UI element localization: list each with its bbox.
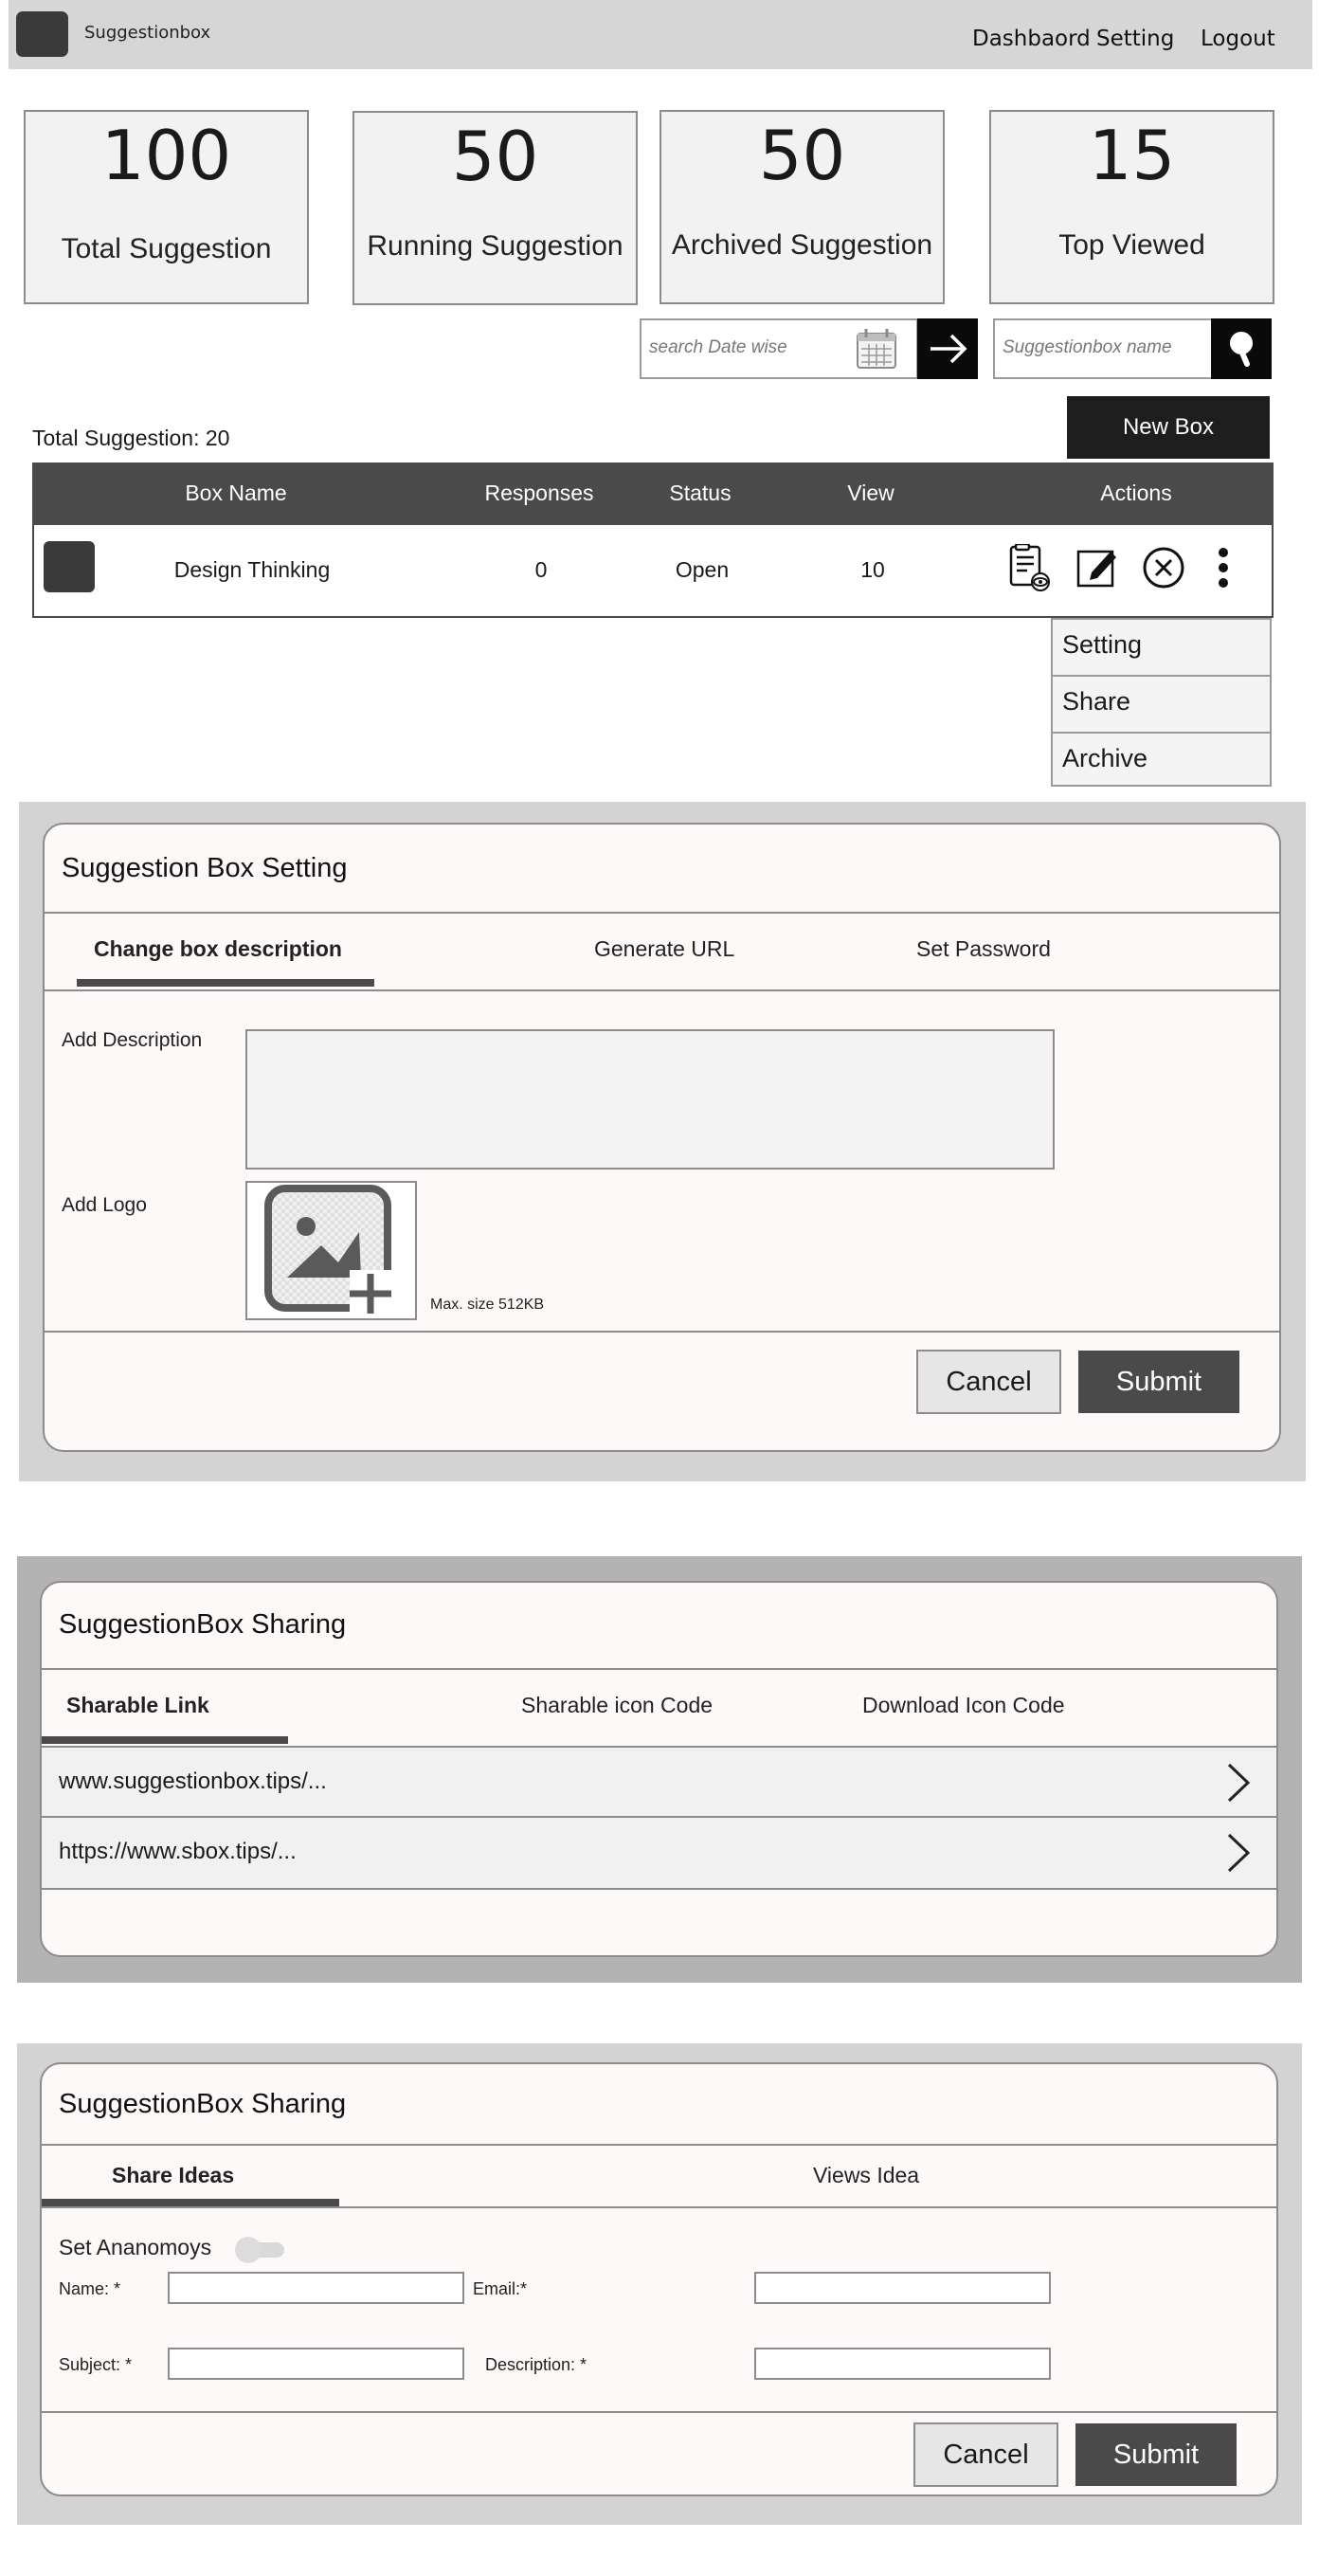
divider: [45, 1331, 1279, 1333]
divider: [42, 2144, 1276, 2146]
cell-box-name: Design Thinking: [173, 557, 331, 582]
stat-label: Archived Suggestion: [671, 229, 933, 261]
name-label: Name: *: [59, 2279, 121, 2298]
stat-card-running: 50 Running Suggestion: [352, 111, 638, 305]
view-report-icon[interactable]: [1004, 544, 1052, 591]
date-search-input[interactable]: search Date wise: [640, 318, 918, 379]
divider: [45, 912, 1279, 914]
column-header-responses[interactable]: Responses: [459, 481, 620, 506]
description-label: Description: *: [485, 2355, 587, 2374]
anonymous-toggle[interactable]: [233, 2233, 288, 2267]
share-link-row[interactable]: www.suggestionbox.tips/...: [42, 1746, 1276, 1818]
description-textarea[interactable]: [245, 1029, 1055, 1170]
stat-value: 100: [100, 116, 232, 195]
submit-button[interactable]: Submit: [1075, 2423, 1237, 2486]
search-icon: [1230, 332, 1253, 367]
cell-view: 10: [860, 557, 885, 582]
tab-sharable-icon-code[interactable]: Sharable icon Code: [521, 1693, 713, 1718]
add-logo-label: Add Logo: [62, 1194, 147, 1216]
row-actions-menu: Setting Share Archive: [1051, 618, 1272, 787]
share-link-text: www.suggestionbox.tips/...: [59, 1769, 327, 1794]
stat-value: 50: [451, 117, 539, 196]
arrow-right-icon: [931, 334, 967, 364]
brand-name: Suggestionbox: [84, 23, 211, 43]
active-tab-indicator: [42, 2199, 339, 2206]
sharing-panel: SuggestionBox Sharing Sharable Link Shar…: [40, 1581, 1278, 1957]
chevron-right-icon: [1227, 1763, 1251, 1803]
menu-item-archive[interactable]: Archive: [1053, 734, 1270, 790]
name-field[interactable]: [168, 2272, 464, 2304]
divider: [42, 2206, 1276, 2208]
divider: [42, 2411, 1276, 2413]
nav-logout[interactable]: Logout: [1201, 27, 1275, 51]
box-thumbnail: [44, 541, 95, 592]
chevron-right-icon: [1227, 1833, 1251, 1873]
menu-item-share[interactable]: Share: [1053, 677, 1270, 734]
subject-label: Subject: *: [59, 2355, 133, 2374]
app-logo[interactable]: [16, 11, 68, 57]
share-link-text: https://www.sbox.tips/...: [59, 1839, 297, 1864]
divider: [42, 1668, 1276, 1670]
cell-status: Open: [675, 557, 730, 582]
share-link-row[interactable]: https://www.sbox.tips/...: [42, 1818, 1276, 1890]
tab-set-password[interactable]: Set Password: [916, 936, 1051, 962]
description-field[interactable]: [754, 2348, 1051, 2380]
anonymous-label: Set Ananomoys: [59, 2235, 212, 2259]
table-row[interactable]: Design Thinking 0 Open 10: [32, 525, 1274, 618]
tab-download-icon-code[interactable]: Download Icon Code: [862, 1693, 1065, 1718]
nav-dashboard[interactable]: Dashbaord: [972, 27, 1091, 51]
column-header-view[interactable]: View: [809, 481, 932, 506]
table-header: Box Name Responses Status View Actions: [32, 463, 1274, 525]
max-size-hint: Max. size 512KB: [430, 1297, 545, 1313]
stat-card-total: 100 Total Suggestion: [24, 110, 309, 304]
column-header-box-name[interactable]: Box Name: [141, 481, 331, 506]
add-image-icon: [264, 1185, 399, 1315]
cell-responses: 0: [534, 557, 548, 582]
date-search-placeholder: search Date wise: [649, 337, 787, 357]
settings-panel: Suggestion Box Setting Change box descri…: [43, 823, 1281, 1452]
box-name-search-input[interactable]: Suggestionbox name: [993, 318, 1213, 379]
stat-value: 15: [1088, 116, 1176, 195]
tab-generate-url[interactable]: Generate URL: [594, 936, 734, 962]
stat-card-top-viewed: 15 Top Viewed: [989, 110, 1274, 304]
stat-card-archived: 50 Archived Suggestion: [660, 110, 945, 304]
tab-sharable-link[interactable]: Sharable Link: [66, 1693, 209, 1718]
edit-icon[interactable]: [1075, 544, 1122, 591]
stat-label: Top Viewed: [1058, 229, 1205, 261]
sharing-panel-title: SuggestionBox Sharing: [59, 1609, 347, 1640]
active-tab-indicator: [42, 1736, 288, 1744]
tab-change-description[interactable]: Change box description: [94, 936, 342, 962]
cancel-button[interactable]: Cancel: [913, 2422, 1058, 2487]
more-vertical-icon[interactable]: [1200, 544, 1247, 591]
email-label: Email:*: [473, 2279, 528, 2298]
new-box-button[interactable]: New Box: [1067, 396, 1270, 459]
add-description-label: Add Description: [62, 1029, 203, 1051]
cancel-button[interactable]: Cancel: [916, 1350, 1061, 1414]
calendar-icon[interactable]: [854, 326, 899, 372]
ideas-panel-title: SuggestionBox Sharing: [59, 2089, 347, 2119]
tab-views-idea[interactable]: Views Idea: [813, 2163, 919, 2188]
close-circle-icon[interactable]: [1140, 544, 1187, 591]
box-name-search-button[interactable]: [1211, 318, 1272, 379]
date-search-submit-button[interactable]: [917, 318, 978, 379]
column-header-status[interactable]: Status: [629, 481, 771, 506]
ideas-panel: SuggestionBox Sharing Share Ideas Views …: [40, 2062, 1278, 2496]
stat-label: Total Suggestion: [61, 233, 272, 264]
menu-item-setting[interactable]: Setting: [1053, 620, 1270, 677]
total-suggestion-count: Total Suggestion: 20: [32, 426, 230, 450]
email-field[interactable]: [754, 2272, 1051, 2304]
active-tab-indicator: [77, 979, 374, 987]
settings-panel-title: Suggestion Box Setting: [62, 853, 348, 883]
box-name-search-placeholder: Suggestionbox name: [1003, 337, 1172, 357]
logo-upload[interactable]: [245, 1181, 417, 1320]
subject-field[interactable]: [168, 2348, 464, 2380]
submit-button[interactable]: Submit: [1078, 1351, 1239, 1413]
divider: [45, 989, 1279, 991]
nav-setting[interactable]: Setting: [1096, 27, 1174, 51]
column-header-actions: Actions: [1100, 481, 1172, 505]
stat-value: 50: [758, 116, 846, 195]
tab-share-ideas[interactable]: Share Ideas: [112, 2163, 234, 2188]
stat-label: Running Suggestion: [367, 230, 623, 262]
